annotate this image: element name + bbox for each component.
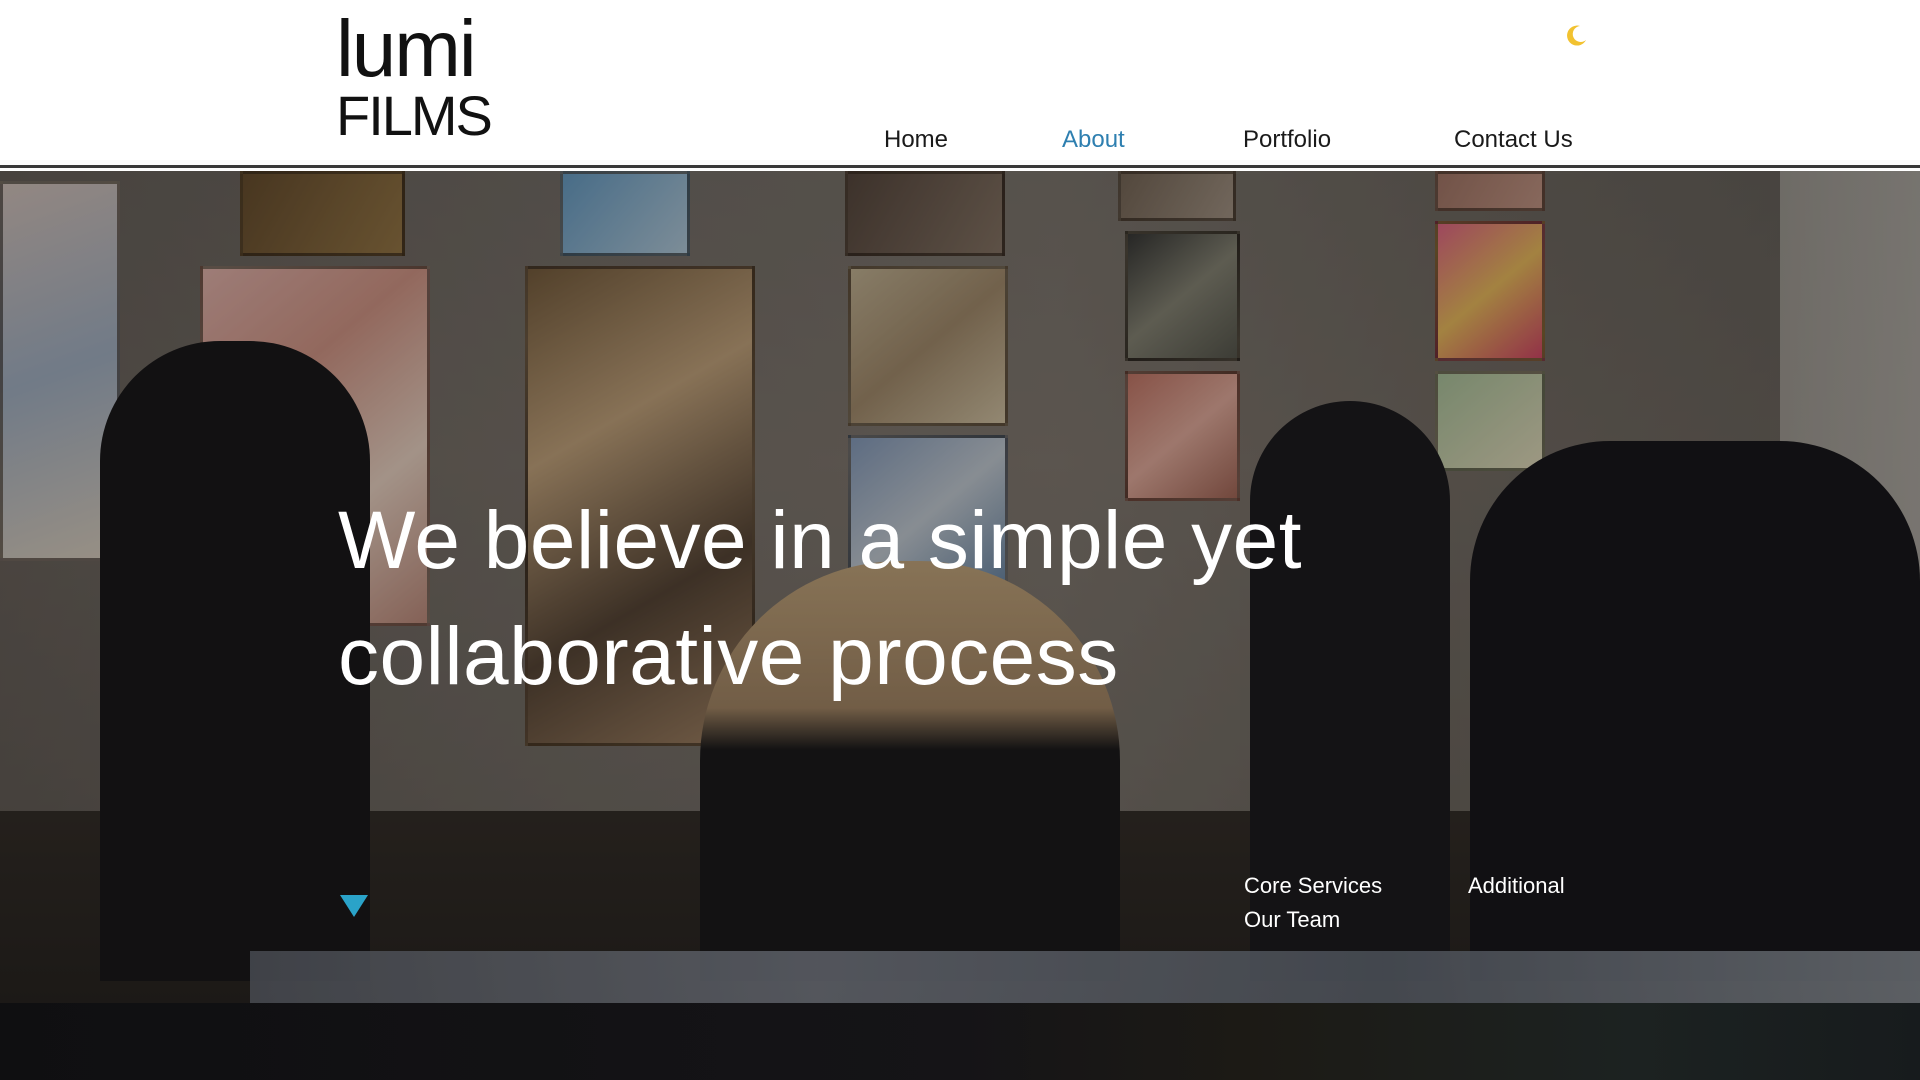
logo-text-top: lumi xyxy=(336,4,477,93)
link-core-services[interactable]: Core Services xyxy=(1244,869,1382,903)
hero-title: We believe in a simple yet collaborative… xyxy=(338,483,1538,715)
triangle-down-icon[interactable] xyxy=(340,895,368,917)
link-our-team[interactable]: Our Team xyxy=(1244,903,1382,937)
link-additional[interactable]: Additional xyxy=(1468,869,1565,903)
site-header: lumi FILMS Home About Portfolio Contact … xyxy=(0,0,1920,168)
hero-section: We believe in a simple yet collaborative… xyxy=(0,171,1920,1003)
nav-home[interactable]: Home xyxy=(884,126,948,154)
nav-portfolio[interactable]: Portfolio xyxy=(1243,126,1331,154)
nav-about[interactable]: About xyxy=(1062,126,1125,154)
sub-links-left: Core Services Our Team xyxy=(1244,869,1382,937)
main-nav: Home About Portfolio Contact Us xyxy=(0,126,1920,156)
moon-icon[interactable] xyxy=(1562,22,1590,50)
hero-title-line-1: We believe in a simple yet xyxy=(338,495,1303,586)
hero-title-line-2: collaborative process xyxy=(338,611,1119,702)
sub-links-right: Additional xyxy=(1468,869,1565,903)
nav-contact-us[interactable]: Contact Us xyxy=(1454,126,1573,154)
footer-strip xyxy=(0,1003,1920,1080)
